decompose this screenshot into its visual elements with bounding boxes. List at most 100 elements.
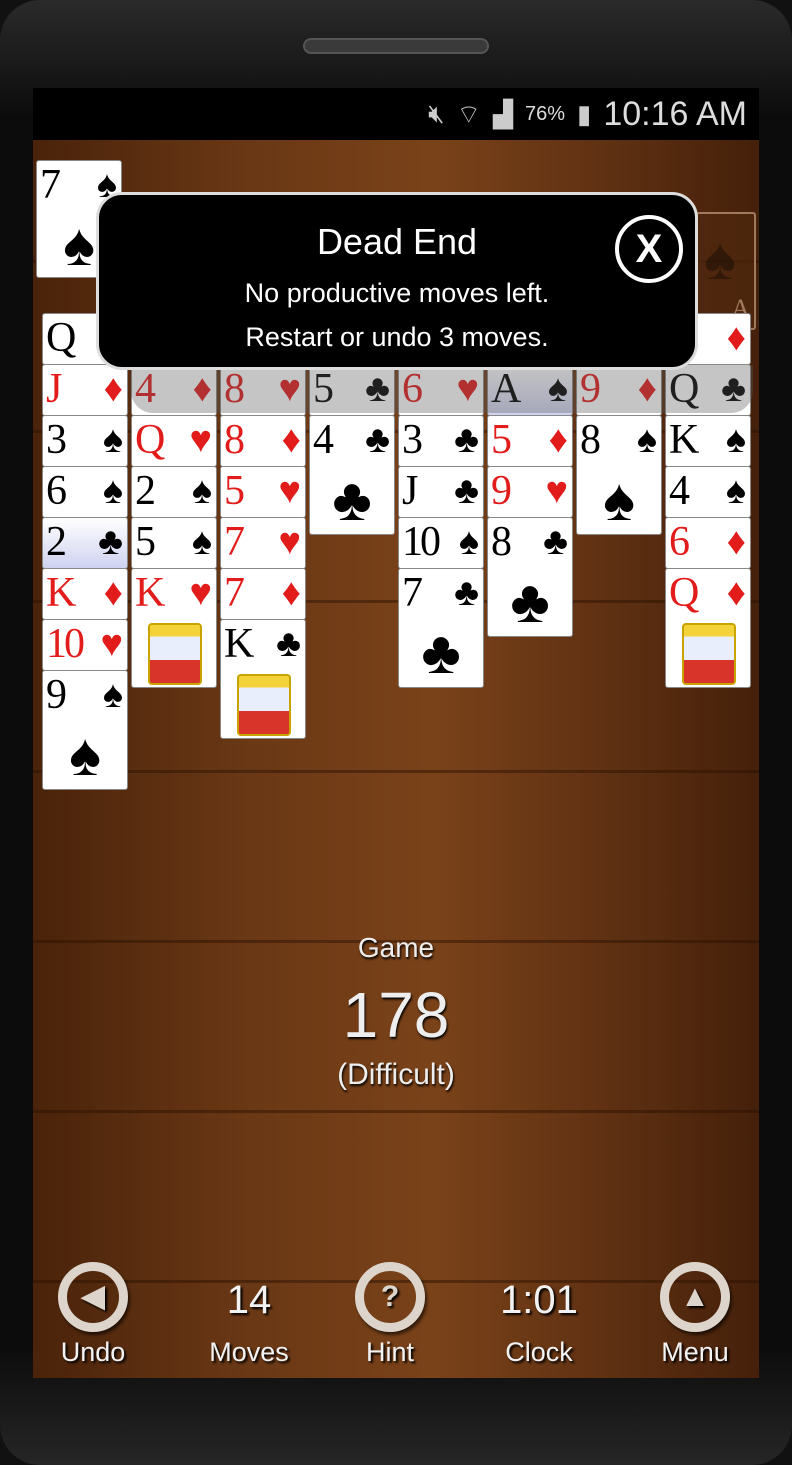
spade-placeholder-icon: ♠ bbox=[704, 225, 736, 292]
card-suit: ♠ bbox=[725, 419, 746, 461]
card-suit: ♥ bbox=[189, 572, 212, 614]
tableau-card[interactable]: 6 ♦ bbox=[665, 517, 751, 569]
moves-counter: 14 Moves bbox=[189, 1262, 309, 1368]
face-card-figure bbox=[237, 674, 291, 736]
card-rank: Q bbox=[135, 417, 165, 463]
card-rank: 3 bbox=[46, 417, 67, 463]
card-rank: 5 bbox=[135, 519, 156, 565]
menu-button[interactable]: ▲ Menu bbox=[635, 1262, 755, 1368]
card-suit: ♣ bbox=[365, 368, 390, 410]
card-rank: 7 bbox=[40, 162, 61, 208]
bottom-toolbar: ◀ Undo 14 Moves ? Hint 1:01 Clock ▲ Menu bbox=[33, 1262, 759, 1376]
tableau-card[interactable]: 5 ♣ bbox=[309, 364, 395, 416]
card-suit: ♣ bbox=[276, 623, 301, 665]
tableau-card[interactable]: K ♣ bbox=[220, 619, 306, 739]
card-suit: ♦ bbox=[726, 317, 746, 359]
tableau-card[interactable]: J ♦ bbox=[42, 364, 128, 416]
card-suit: ♣ bbox=[365, 419, 390, 461]
tableau-card[interactable]: Q ♥ bbox=[131, 415, 217, 467]
tableau-card[interactable]: K ♥ bbox=[131, 568, 217, 688]
card-center-suit: ♣ bbox=[510, 568, 550, 635]
tableau-card[interactable]: 4 ♦ bbox=[131, 364, 217, 416]
card-rank: J bbox=[402, 468, 418, 514]
hint-button[interactable]: ? Hint bbox=[330, 1262, 450, 1368]
card-rank: 8 bbox=[224, 417, 245, 463]
moves-label: Moves bbox=[209, 1337, 289, 1367]
tableau-card[interactable]: J ♣ bbox=[398, 466, 484, 518]
card-suit: ♥ bbox=[278, 521, 301, 563]
tableau-card[interactable]: 9 ♥ bbox=[487, 466, 573, 518]
tableau-card[interactable]: 3 ♣ bbox=[398, 415, 484, 467]
card-suit: ♦ bbox=[192, 368, 212, 410]
tableau-card[interactable]: 2 ♣ bbox=[42, 517, 128, 569]
tableau-card[interactable]: 4 ♣ ♣ bbox=[309, 415, 395, 535]
tableau-card[interactable]: K ♠ bbox=[665, 415, 751, 467]
moves-value: 14 bbox=[226, 1278, 272, 1322]
game-difficulty: (Difficult) bbox=[337, 1058, 455, 1091]
dead-end-dialog: Dead End No productive moves left. Resta… bbox=[96, 192, 698, 370]
close-button[interactable]: X bbox=[615, 215, 683, 283]
card-suit: ♣ bbox=[454, 470, 479, 512]
card-rank: Q bbox=[669, 366, 699, 412]
card-rank: A bbox=[491, 366, 521, 412]
card-center-suit: ♠ bbox=[603, 466, 635, 533]
tableau-card[interactable]: 10 ♠ bbox=[398, 517, 484, 569]
card-rank: 8 bbox=[580, 417, 601, 463]
card-rank: 6 bbox=[402, 366, 423, 412]
hint-label: Hint bbox=[365, 1337, 414, 1367]
card-rank: 5 bbox=[491, 417, 512, 463]
card-rank: 5 bbox=[224, 468, 245, 514]
mute-icon: 🔇︎ bbox=[428, 98, 445, 128]
tableau-card[interactable]: A ♠ bbox=[487, 364, 573, 416]
card-center-suit: ♠ bbox=[69, 721, 101, 788]
game-table: 7 ♠ ♠ ♠ A Q♠J♦3♠6♠2♣K♦10♥9♠♠J♥4♦Q♥2♠5♠K♥… bbox=[33, 140, 759, 1378]
battery-charging-icon: ▮ bbox=[577, 98, 592, 129]
tableau-card[interactable]: 7 ♣ ♣ bbox=[398, 568, 484, 688]
battery-percent: 76% bbox=[525, 102, 566, 125]
tableau-card[interactable]: 8 ♣ ♣ bbox=[487, 517, 573, 637]
tableau-card[interactable]: 10 ♥ bbox=[42, 619, 128, 671]
tableau-card[interactable]: 5 ♠ bbox=[131, 517, 217, 569]
tableau-card[interactable]: 9 ♠ ♠ bbox=[42, 670, 128, 790]
card-suit: ♣ bbox=[543, 521, 568, 563]
wifi-icon: ⌔ bbox=[456, 98, 481, 129]
tableau-card[interactable]: 5 ♦ bbox=[487, 415, 573, 467]
tableau-card[interactable]: 7 ♥ bbox=[220, 517, 306, 569]
tableau-card[interactable]: 7 ♦ bbox=[220, 568, 306, 620]
tableau-card[interactable]: Q ♣ bbox=[665, 364, 751, 416]
dialog-message-2: Restart or undo 3 moves. bbox=[245, 322, 549, 352]
tableau-card[interactable]: 8 ♠ ♠ bbox=[576, 415, 662, 535]
tableau-card[interactable]: 8 ♥ bbox=[220, 364, 306, 416]
card-suit: ♦ bbox=[103, 368, 123, 410]
card-rank: 10 bbox=[402, 519, 441, 565]
card-suit: ♠ bbox=[102, 419, 123, 461]
tableau-card[interactable]: 6 ♥ bbox=[398, 364, 484, 416]
card-suit: ♣ bbox=[454, 572, 479, 614]
card-rank: 8 bbox=[224, 366, 245, 412]
menu-label: Menu bbox=[661, 1337, 729, 1367]
card-suit: ♠ bbox=[636, 419, 657, 461]
tableau-card[interactable]: Q ♦ bbox=[665, 568, 751, 688]
tableau-card[interactable]: 2 ♠ bbox=[131, 466, 217, 518]
tableau-card[interactable]: 9 ♦ bbox=[576, 364, 662, 416]
card-rank: 4 bbox=[135, 366, 156, 412]
card-rank: K bbox=[224, 621, 254, 667]
clock-label: Clock bbox=[505, 1337, 573, 1367]
card-rank: Q bbox=[46, 315, 76, 361]
tableau-card[interactable]: 6 ♠ bbox=[42, 466, 128, 518]
tableau-card[interactable]: K ♦ bbox=[42, 568, 128, 620]
card-suit: ♣ bbox=[98, 521, 123, 563]
tableau-card[interactable]: 4 ♠ bbox=[665, 466, 751, 518]
card-rank: 6 bbox=[669, 519, 690, 565]
status-bar: 🔇︎ ⌔ ▟ 76% ▮ 10:16 AM bbox=[33, 88, 759, 140]
card-rank: 9 bbox=[491, 468, 512, 514]
undo-button[interactable]: ◀ Undo bbox=[33, 1262, 153, 1368]
card-suit: ♥ bbox=[100, 623, 123, 665]
undo-icon: ◀ bbox=[58, 1262, 128, 1332]
tableau-card[interactable]: 5 ♥ bbox=[220, 466, 306, 518]
card-rank: 6 bbox=[46, 468, 67, 514]
tableau-card[interactable]: 8 ♦ bbox=[220, 415, 306, 467]
tableau-card[interactable]: 3 ♠ bbox=[42, 415, 128, 467]
card-rank: 9 bbox=[580, 366, 601, 412]
card-rank: 9 bbox=[46, 672, 67, 718]
